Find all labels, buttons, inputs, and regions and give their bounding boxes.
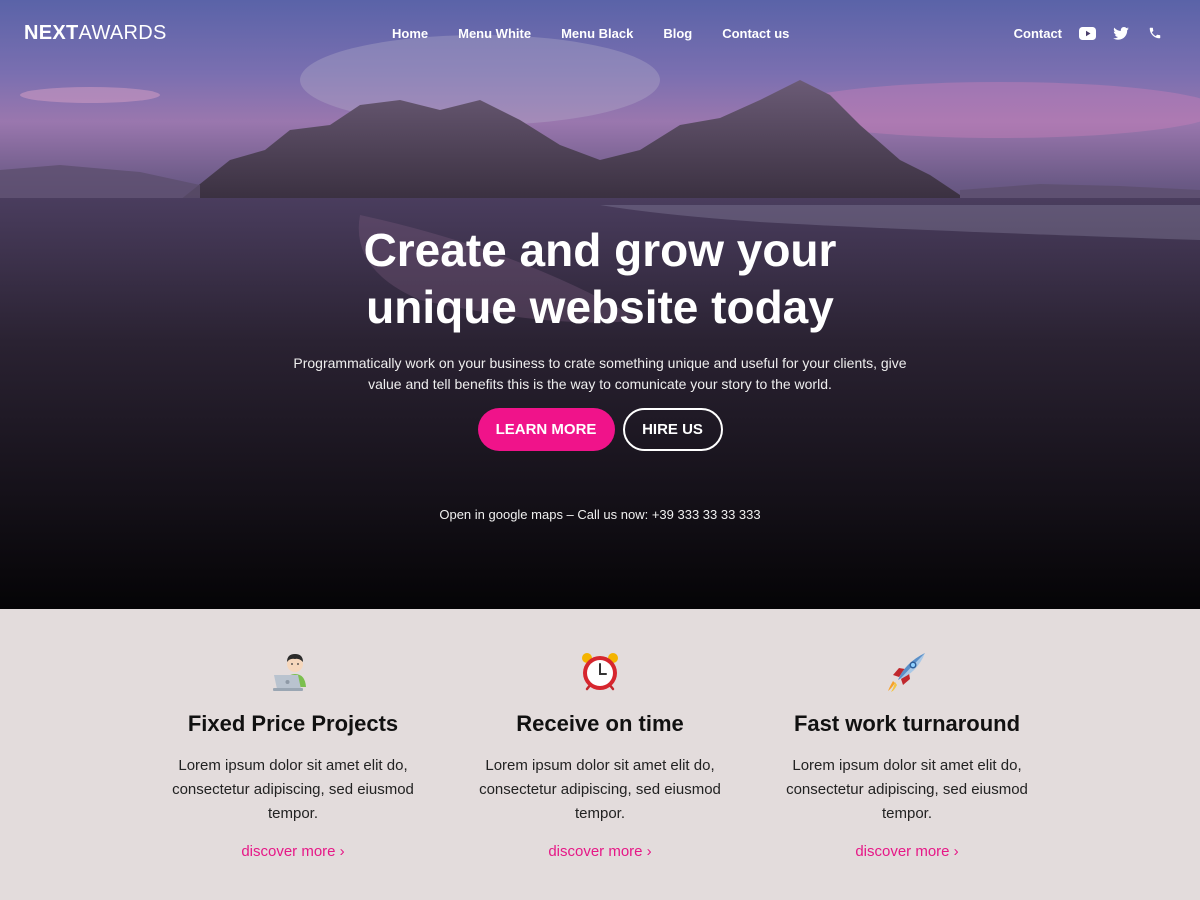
logo-bold-text: NEXT xyxy=(24,22,79,44)
feature-text: Lorem ipsum dolor sit amet elit do, cons… xyxy=(786,757,1028,822)
feature-card: Fast work turnaround Lorem ipsum dolor s… xyxy=(754,609,1061,900)
learn-more-button[interactable]: LEARN MORE xyxy=(477,408,615,451)
nav-item-menu-black[interactable]: Menu Black xyxy=(561,26,633,41)
feature-card: Fixed Price Projects Lorem ipsum dolor s… xyxy=(140,609,447,900)
discover-more-link[interactable]: discover more › xyxy=(855,843,958,860)
feature-card: Receive on time Lorem ipsum dolor sit am… xyxy=(447,609,754,900)
nav-item-menu-white[interactable]: Menu White xyxy=(458,26,531,41)
hero-section: NEXTAWARDS Home Menu White Menu Black Bl… xyxy=(0,0,1200,609)
alarm-clock-icon xyxy=(578,649,622,695)
features-section: Fixed Price Projects Lorem ipsum dolor s… xyxy=(0,609,1200,900)
nav-item-blog[interactable]: Blog xyxy=(663,26,692,41)
hero-subtitle: Programmatically work on your business t… xyxy=(293,355,907,392)
discover-more-link[interactable]: discover more › xyxy=(548,843,651,860)
main-menu: Home Menu White Menu Black Blog Contact … xyxy=(392,26,789,41)
hero-content: Create and grow your unique website toda… xyxy=(0,222,1200,522)
hero-buttons: LEARN MORE HIRE US xyxy=(0,408,1200,451)
contact-link[interactable]: Contact xyxy=(1014,26,1062,41)
person-laptop-icon xyxy=(271,649,315,695)
rocket-icon xyxy=(885,649,929,695)
hire-us-button[interactable]: HIRE US xyxy=(622,408,723,451)
feature-title: Fast work turnaround xyxy=(793,711,1021,736)
right-navigation: Contact xyxy=(1014,24,1164,42)
hero-title: Create and grow your unique website toda… xyxy=(363,224,837,333)
twitter-icon[interactable] xyxy=(1112,24,1130,42)
feature-text: Lorem ipsum dolor sit amet elit do, cons… xyxy=(479,757,721,822)
hero-contact-text[interactable]: Open in google maps – Call us now: +39 3… xyxy=(0,507,1200,522)
youtube-icon[interactable] xyxy=(1078,24,1096,42)
feature-text: Lorem ipsum dolor sit amet elit do, cons… xyxy=(172,757,414,822)
logo[interactable]: NEXTAWARDS xyxy=(24,22,167,45)
top-navigation: NEXTAWARDS Home Menu White Menu Black Bl… xyxy=(0,0,1200,66)
discover-more-link[interactable]: discover more › xyxy=(241,843,344,860)
nav-item-contact-us[interactable]: Contact us xyxy=(722,26,789,41)
phone-icon[interactable] xyxy=(1146,24,1164,42)
feature-title: Fixed Price Projects xyxy=(187,711,399,736)
logo-light-text: AWARDS xyxy=(78,22,167,44)
feature-title: Receive on time xyxy=(516,711,684,736)
nav-item-home[interactable]: Home xyxy=(392,26,428,41)
